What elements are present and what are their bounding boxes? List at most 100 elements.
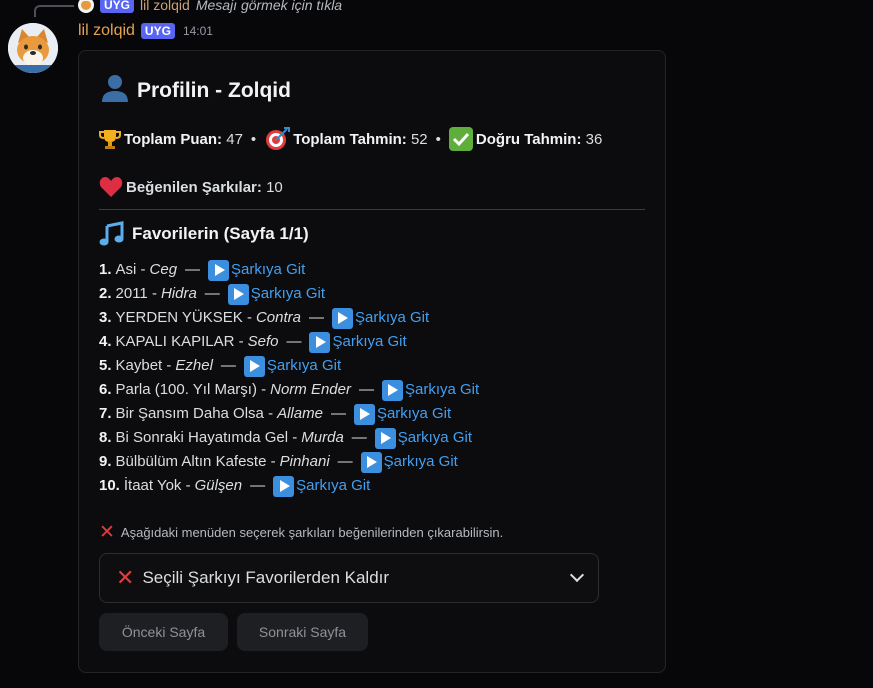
list-item: 8. Bi Sonraki Hayatımda Gel - Murda — Şa…	[99, 426, 479, 450]
message-header: lil zolqid UYG 14:01	[78, 22, 213, 40]
song-number: 2.	[99, 285, 112, 302]
song-number: 6.	[99, 381, 112, 398]
play-icon	[227, 283, 249, 305]
song-title: Kaybet -	[115, 357, 172, 374]
play-icon	[360, 451, 382, 473]
reply-avatar	[78, 0, 94, 13]
dash: —	[358, 381, 374, 398]
song-title: Bi Sonraki Hayatımda Gel -	[115, 429, 298, 446]
song-number: 7.	[99, 405, 112, 422]
target-icon	[264, 127, 291, 151]
footer-note-text: Aşağıdaki menüden seçerek şarkıları beğe…	[120, 525, 504, 540]
list-item: 7. Bir Şansım Daha Olsa - Allame — Şarkı…	[99, 402, 479, 426]
play-icon	[243, 355, 265, 377]
song-title: Asi -	[115, 261, 146, 278]
song-artist: Ezhel	[175, 357, 213, 374]
song-link[interactable]: Şarkıya Git	[398, 426, 472, 450]
song-title: Bülbülüm Altın Kafeste -	[115, 453, 276, 470]
liked-songs-row: Beğenilen Şarkılar: 10	[99, 176, 283, 198]
song-number: 8.	[99, 429, 112, 446]
chevron-down-icon	[569, 567, 585, 583]
play-icon	[381, 379, 403, 401]
song-link[interactable]: Şarkıya Git	[332, 330, 406, 354]
list-item: 10. İtaat Yok - Gülşen — Şarkıya Git	[99, 474, 479, 498]
footer-note: ✕ Aşağıdaki menüden seçerek şarkıları be…	[99, 523, 503, 542]
dash: —	[220, 357, 236, 374]
dash: —	[185, 261, 201, 278]
dash: —	[351, 429, 367, 446]
stat-label-correct: Doğru Tahmin:	[475, 130, 582, 148]
play-icon	[309, 331, 331, 353]
next-page-button[interactable]: Sonraki Sayfa	[237, 613, 368, 651]
dash: —	[204, 285, 220, 302]
song-artist: Hidra	[160, 285, 197, 302]
list-item: 6. Parla (100. Yıl Marşı) - Norm Ender —…	[99, 378, 479, 402]
song-artist: Sefo	[247, 333, 279, 350]
song-title: İtaat Yok -	[123, 477, 191, 494]
play-icon	[208, 259, 230, 281]
remove-favorite-select[interactable]: ✕ Seçili Şarkıyı Favorilerden Kaldır	[99, 553, 599, 603]
list-item: 4. KAPALI KAPILAR - Sefo — Şarkıya Git	[99, 330, 479, 354]
check-icon	[448, 127, 473, 151]
song-artist: Contra	[255, 309, 301, 326]
song-link[interactable]: Şarkıya Git	[405, 378, 479, 402]
list-item: 5. Kaybet - Ezhel — Şarkıya Git	[99, 354, 479, 378]
song-number: 1.	[99, 261, 112, 278]
embed-title: Profilin - Zolqid	[99, 73, 291, 109]
song-artist: Pinhani	[279, 453, 330, 470]
stat-value-points: 47	[226, 130, 243, 148]
song-artist: Allame	[277, 405, 323, 422]
avatar[interactable]	[8, 23, 58, 73]
reply-text[interactable]: Mesajı görmek için tıkla	[196, 0, 342, 13]
song-title: KAPALI KAPILAR -	[115, 333, 244, 350]
reply-connector	[34, 5, 74, 17]
stats-row: Toplam Puan: 47 • Toplam Tahmin: 52 • Do…	[99, 127, 602, 151]
previous-page-button[interactable]: Önceki Sayfa	[99, 613, 228, 651]
reply-username[interactable]: lil zolqid	[140, 0, 190, 13]
song-link[interactable]: Şarkıya Git	[355, 306, 429, 330]
favorites-list: 1. Asi - Ceg — Şarkıya Git 2. 2011 - Hid…	[99, 258, 479, 498]
song-number: 3.	[99, 309, 112, 326]
dash: —	[286, 333, 302, 350]
cross-mark-icon: ✕	[116, 565, 135, 590]
song-artist: Gülşen	[194, 477, 243, 494]
cross-mark-icon: ✕	[99, 522, 115, 543]
embed-title-text: Profilin - Zolqid	[137, 79, 291, 102]
select-placeholder: Seçili Şarkıyı Favorilerden Kaldır	[142, 568, 390, 587]
profile-embed: Profilin - Zolqid Toplam Puan: 47 • Topl…	[78, 50, 666, 673]
list-item: 2. 2011 - Hidra — Şarkıya Git	[99, 282, 479, 306]
reply-preview[interactable]: UYG lil zolqid Mesajı görmek için tıkla	[78, 0, 342, 14]
song-link[interactable]: Şarkıya Git	[251, 282, 325, 306]
list-item: 3. YERDEN YÜKSEK - Contra — Şarkıya Git	[99, 306, 479, 330]
divider	[99, 209, 645, 210]
heart-icon	[99, 176, 123, 198]
song-title: 2011 -	[115, 285, 157, 302]
favorites-title-text: Favorilerin (Sayfa 1/1)	[132, 224, 309, 243]
song-link[interactable]: Şarkıya Git	[231, 258, 305, 282]
dash: —	[308, 309, 324, 326]
song-link[interactable]: Şarkıya Git	[377, 402, 451, 426]
song-link[interactable]: Şarkıya Git	[384, 450, 458, 474]
stat-value-correct: 36	[585, 130, 603, 148]
stat-label-points: Toplam Puan:	[124, 130, 223, 148]
song-title: Parla (100. Yıl Marşı) -	[115, 381, 267, 398]
song-title: YERDEN YÜKSEK -	[115, 309, 252, 326]
song-link[interactable]: Şarkıya Git	[267, 354, 341, 378]
play-icon	[273, 475, 295, 497]
separator: •	[435, 130, 441, 148]
play-icon	[331, 307, 353, 329]
song-number: 5.	[99, 357, 112, 374]
list-item: 9. Bülbülüm Altın Kafeste - Pinhani — Şa…	[99, 450, 479, 474]
stat-label-guesses: Toplam Tahmin:	[293, 130, 407, 148]
user-icon	[99, 73, 131, 109]
trophy-icon	[99, 128, 121, 150]
song-link[interactable]: Şarkıya Git	[296, 474, 370, 498]
message-timestamp: 14:01	[182, 24, 213, 38]
song-artist: Norm Ender	[270, 381, 351, 398]
song-artist: Murda	[301, 429, 344, 446]
song-number: 9.	[99, 453, 112, 470]
list-item: 1. Asi - Ceg — Şarkıya Git	[99, 258, 479, 282]
message-username[interactable]: lil zolqid	[78, 22, 135, 40]
dash: —	[330, 405, 346, 422]
dash: —	[250, 477, 266, 494]
